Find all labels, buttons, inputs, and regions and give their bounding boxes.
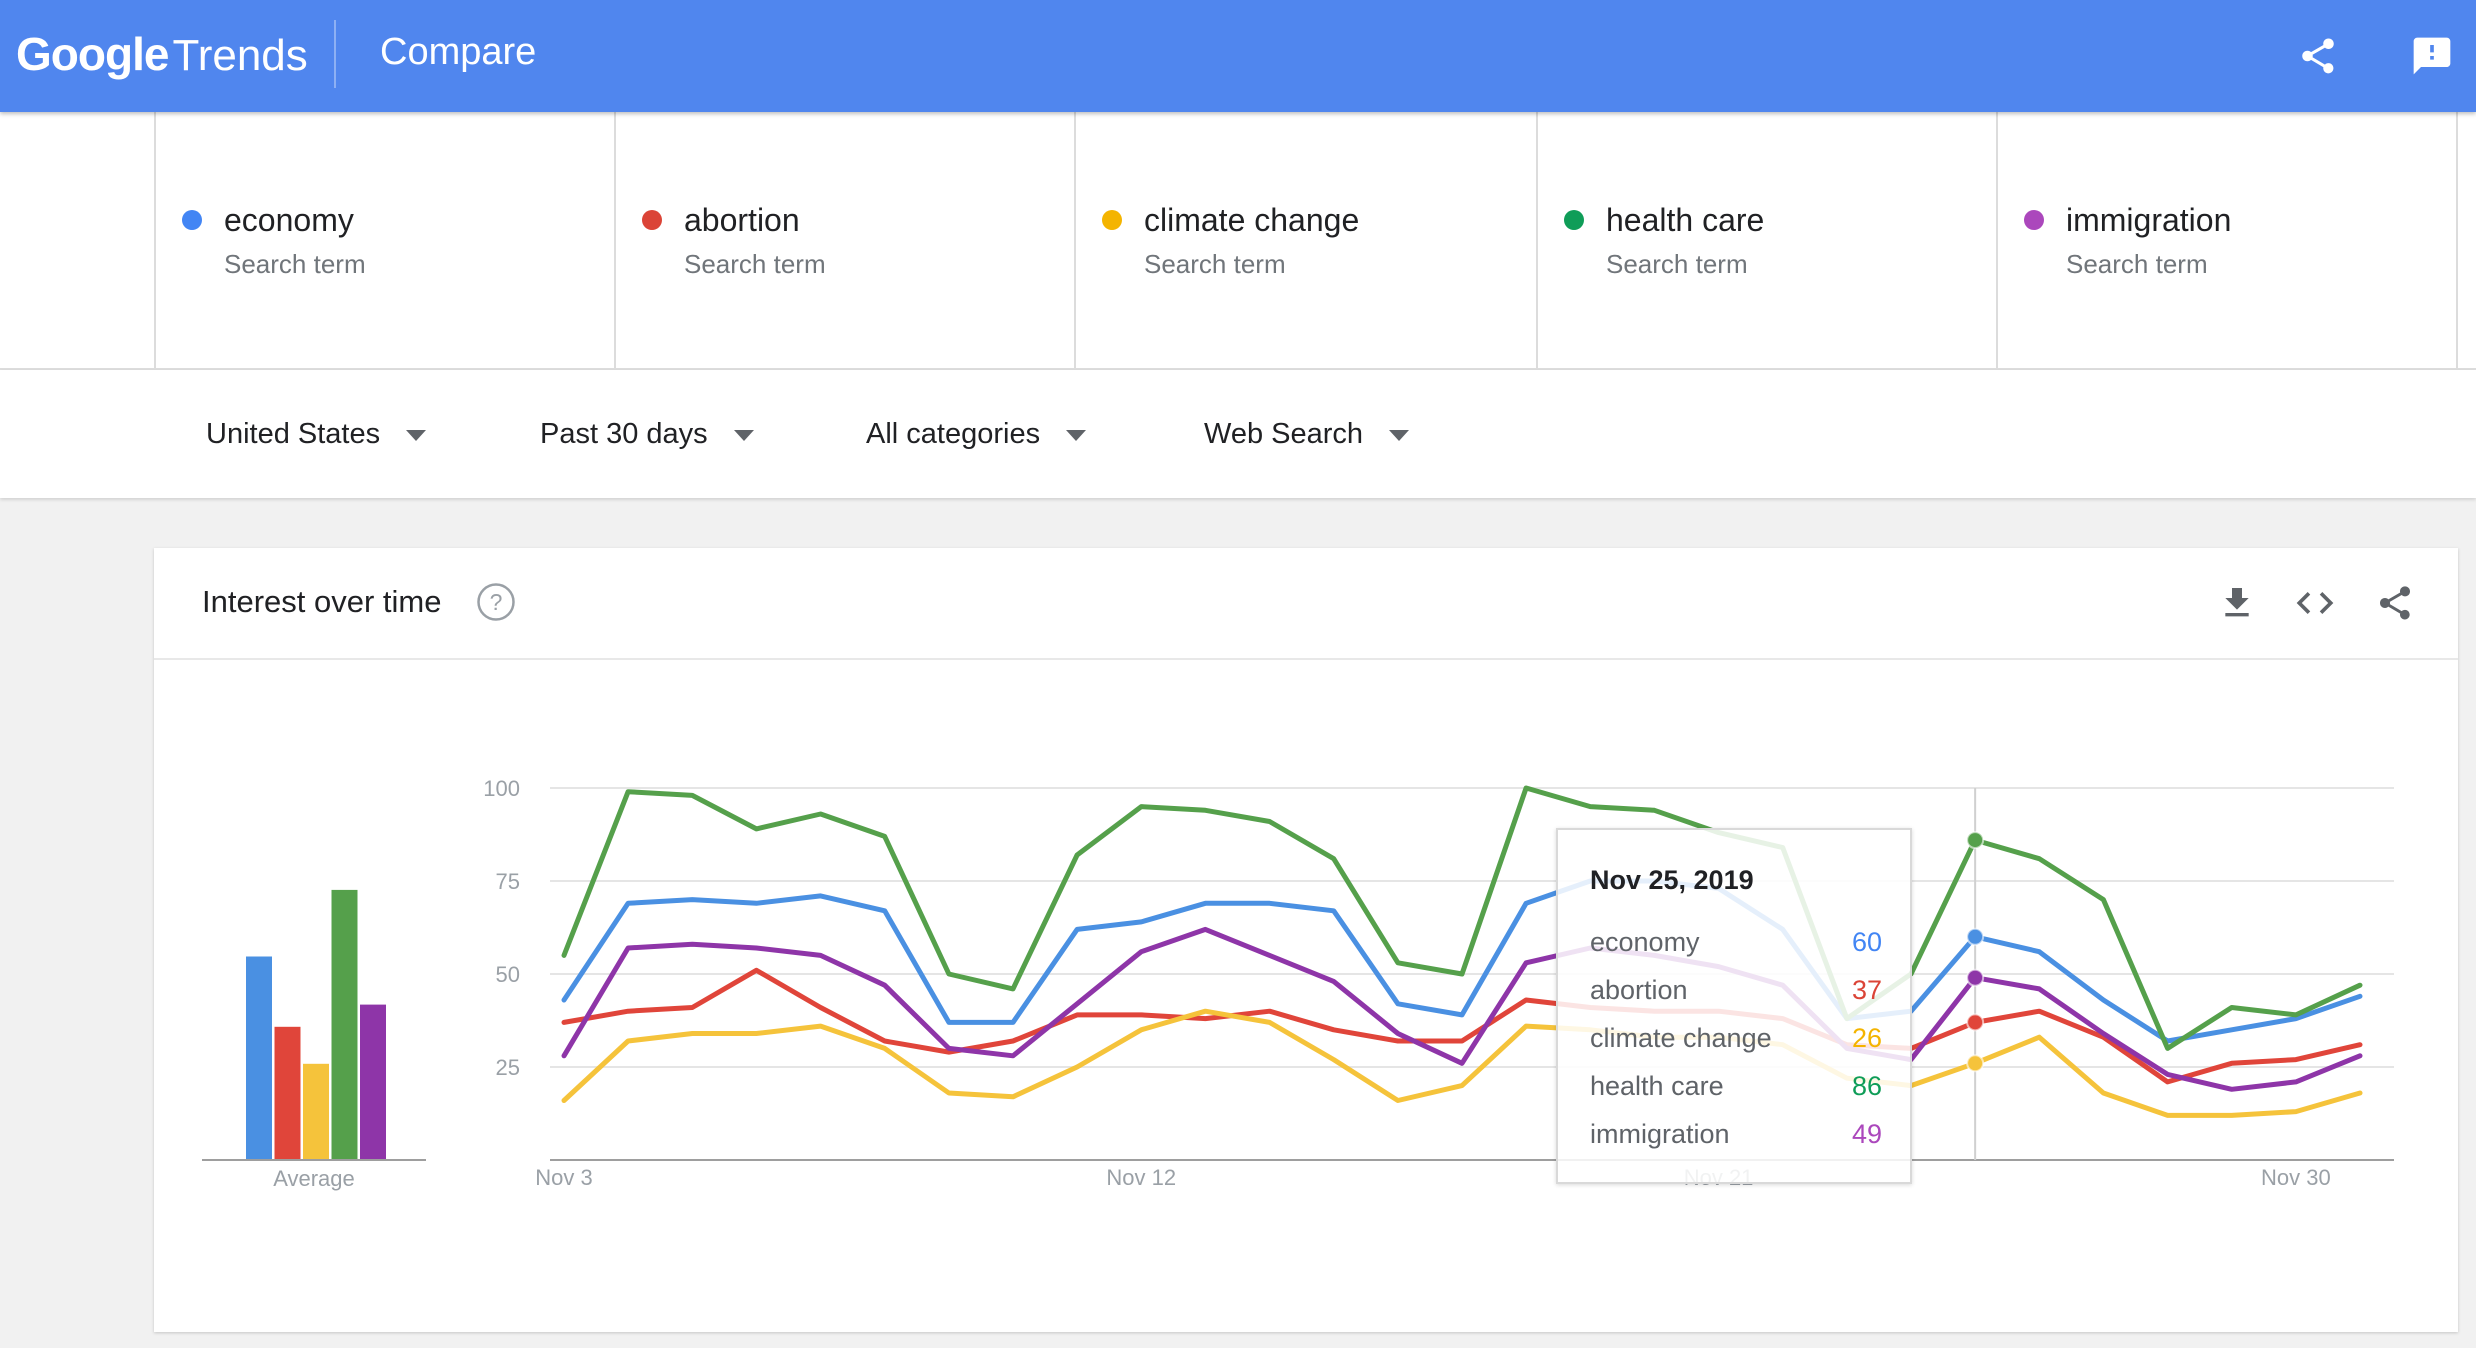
chart-grid: 255075100Nov 3Nov 12Nov 21Nov 30 [483, 776, 2394, 1190]
average-bar-economy [246, 956, 272, 1160]
tooltip-term: immigration [1590, 1119, 1730, 1149]
google-trends-logo[interactable]: Google Trends [16, 22, 308, 86]
tooltip-term: abortion [1590, 975, 1688, 1005]
average-bar-health-care [331, 889, 358, 1160]
average-bar-abortion [274, 1026, 301, 1160]
interest-over-time-chart[interactable]: Average 255075100Nov 3Nov 12Nov 21Nov 30 [0, 0, 2476, 1348]
share-icon [2302, 38, 2334, 74]
tooltip-date: Nov 25, 2019 [1590, 865, 1754, 895]
feedback-icon [2413, 37, 2451, 75]
page-title: Compare [380, 31, 537, 73]
x-tick-label: Nov 30 [2261, 1165, 2331, 1190]
tooltip-row-abortion: abortion 37 [1590, 970, 1882, 1010]
header-divider [334, 20, 336, 88]
logo-trends-text: Trends [172, 31, 308, 80]
hover-point-health-care [1966, 831, 1985, 850]
tooltip-row-immigration: immigration 49 [1590, 1114, 1882, 1154]
top-app-bar: Google Trends Compare [0, 0, 2476, 112]
tooltip-term: health care [1590, 1071, 1724, 1101]
series-line-immigration[interactable] [561, 926, 2363, 1092]
tooltip-term: economy [1590, 927, 1700, 957]
average-label: Average [273, 1166, 355, 1191]
x-tick-label: Nov 3 [535, 1165, 592, 1190]
header-share-button[interactable] [2286, 24, 2350, 88]
y-tick-label: 100 [483, 776, 520, 801]
tooltip-row-climate-change: climate change 26 [1590, 1018, 1882, 1058]
tooltip-value: 60 [1851, 927, 1882, 957]
tooltip-row-health-care: health care 86 [1590, 1066, 1882, 1106]
series-line-health-care[interactable] [561, 785, 2363, 1051]
tooltip-value: 26 [1851, 1023, 1882, 1053]
y-tick-label: 75 [496, 869, 520, 894]
x-tick-label: Nov 12 [1106, 1165, 1176, 1190]
hover-point-abortion [1966, 1013, 1985, 1032]
header-feedback-button[interactable] [2400, 24, 2464, 88]
tooltip-row-economy: economy 60 [1590, 922, 1882, 962]
tooltip-value: 37 [1851, 975, 1882, 1005]
tooltip-term: climate change [1590, 1023, 1772, 1053]
y-tick-label: 25 [496, 1055, 520, 1080]
logo-google-text: Google [16, 28, 169, 80]
average-bar-chart: Average [202, 889, 426, 1191]
average-bar-climate-change [303, 1063, 329, 1160]
y-tick-label: 50 [496, 962, 520, 987]
chart-tooltip: Nov 25, 2019 economy 60 abortion 37 clim… [1556, 828, 1912, 1184]
tooltip-value: 49 [1851, 1119, 1882, 1149]
tooltip-value: 86 [1851, 1071, 1882, 1101]
hover-point-climate-change [1966, 1054, 1985, 1073]
chart-hover-markers [1966, 788, 1985, 1160]
average-bar-immigration [360, 1004, 386, 1160]
hover-point-economy [1966, 927, 1985, 946]
hover-point-immigration [1966, 968, 1985, 987]
